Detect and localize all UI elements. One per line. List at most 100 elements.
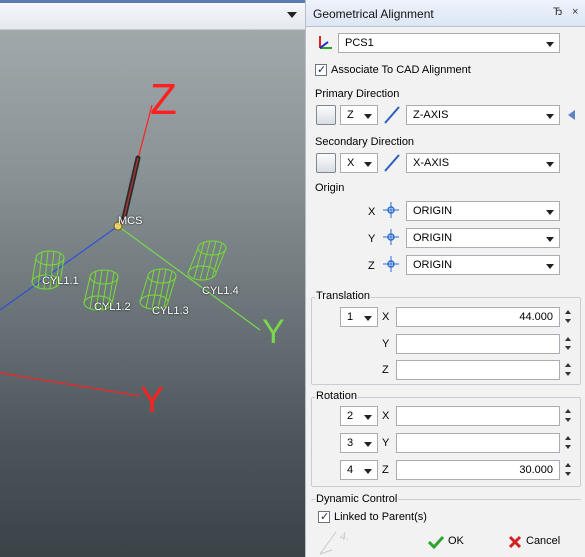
origin-axis-label: Y [368, 233, 376, 245]
rotation-z-field[interactable]: 30.000 [396, 460, 560, 480]
line-icon [384, 106, 400, 124]
cylinder-label: CYL1.4 [202, 285, 239, 297]
associate-label: Associate To CAD Alignment [331, 64, 471, 76]
origin-axis-label: Z [368, 260, 375, 272]
secondary-axis-select[interactable]: X [340, 153, 378, 173]
chevron-down-icon [546, 42, 554, 47]
triad-watermark-icon: 4. [319, 529, 349, 555]
primary-direction-value: Z-AXIS [413, 109, 449, 121]
crosshair-icon [383, 229, 399, 245]
rotation-z-value: 30.000 [519, 464, 553, 476]
rotation-axis-label: X [382, 410, 390, 422]
triad-icon [319, 36, 332, 49]
translation-y-field[interactable] [396, 334, 560, 354]
cylinder-label: CYL1.2 [94, 301, 131, 313]
rotation-order-value: 3 [347, 437, 354, 449]
x-icon [508, 535, 522, 549]
chevron-down-icon [546, 264, 554, 269]
spinner-icon[interactable] [563, 433, 573, 453]
translation-axis-label: Y [382, 338, 390, 350]
close-icon[interactable]: × [572, 6, 578, 18]
translation-x-field[interactable]: 44.000 [396, 307, 560, 327]
check-icon [428, 535, 444, 549]
translation-axis-label: Z [382, 364, 389, 376]
spinner-icon[interactable] [563, 334, 573, 354]
origin-z-value: ORIGIN [413, 259, 453, 271]
rotation-label: Rotation [315, 390, 358, 402]
primary-axis-value: Z [347, 109, 354, 121]
pick-icon[interactable] [316, 105, 336, 125]
spinner-icon[interactable] [563, 307, 573, 327]
cancel-button[interactable]: Cancel [506, 529, 584, 555]
panel-title: Geometrical Alignment [313, 7, 434, 21]
linked-parent-label: Linked to Parent(s) [334, 511, 427, 523]
translation-z-field[interactable] [396, 360, 560, 380]
axis-y-bottom-label: Y [140, 379, 165, 420]
pin-icon[interactable]: Ђ [553, 6, 563, 18]
origin-axis-label: X [368, 206, 376, 218]
chevron-down-icon [364, 442, 372, 447]
svg-text:4.: 4. [340, 529, 349, 543]
secondary-direction-value: X-AXIS [413, 157, 450, 169]
rotation-order-select[interactable]: 4 [340, 460, 378, 480]
spinner-icon[interactable] [563, 360, 573, 380]
expand-arrow-icon[interactable] [566, 109, 576, 121]
crosshair-icon [383, 202, 399, 218]
cylinder-label: CYL1.1 [42, 275, 79, 287]
cylinder-3 [139, 268, 177, 310]
chevron-down-icon [546, 114, 554, 119]
lower-axis-line [0, 372, 141, 397]
axis-y-label: Y [262, 313, 285, 351]
chevron-down-icon [546, 162, 554, 167]
y-axis-line [117, 225, 261, 331]
toolbar-accent-line [0, 0, 305, 3]
translation-axis-label: X [382, 311, 390, 323]
chevron-down-icon [364, 162, 372, 167]
rotation-axis-label: Z [382, 464, 389, 476]
dynamic-control-label: Dynamic Control [315, 493, 399, 505]
chevron-down-icon [546, 210, 554, 215]
rotation-order-value: 2 [347, 410, 354, 422]
rotation-order-select[interactable]: 3 [340, 433, 378, 453]
chevron-down-icon [364, 469, 372, 474]
3d-viewport[interactable]: Z Y Y MCS CYL1.1 CYL1.2 CYL1.3 CYL1.4 [0, 0, 305, 557]
cylinder-4 [187, 240, 227, 281]
spinner-icon[interactable] [563, 460, 573, 480]
rotation-y-field[interactable] [396, 433, 560, 453]
origin-label: Origin [315, 182, 345, 194]
ok-button[interactable]: OK [424, 529, 480, 555]
axis-z-label: Z [150, 75, 177, 124]
chevron-down-icon [364, 114, 372, 119]
rotation-order-select[interactable]: 2 [340, 406, 378, 426]
linked-parent-checkbox[interactable] [318, 510, 330, 523]
coordinate-system-value: PCS1 [345, 37, 374, 49]
primary-axis-select[interactable]: Z [340, 105, 378, 125]
chevron-down-icon [546, 237, 554, 242]
rotation-x-field[interactable] [396, 406, 560, 426]
line-icon [384, 154, 400, 172]
origin-z-dropdown[interactable]: ORIGIN [406, 255, 560, 275]
associate-checkbox[interactable] [315, 63, 327, 76]
translation-order-select[interactable]: 1 [340, 307, 378, 327]
spinner-icon[interactable] [563, 406, 573, 426]
x-axis-line [0, 225, 119, 311]
coordinate-system-dropdown[interactable]: PCS1 [338, 33, 560, 53]
viewport-toolbar [0, 0, 305, 30]
chevron-down-icon[interactable] [287, 12, 297, 18]
panel-title-bar: Geometrical Alignment Ђ × [306, 0, 585, 27]
translation-label: Translation [315, 290, 372, 302]
origin-x-dropdown[interactable]: ORIGIN [406, 201, 560, 221]
cylinder-label: CYL1.3 [152, 305, 189, 317]
chevron-down-icon [364, 415, 372, 420]
rotation-axis-label: Y [382, 437, 390, 449]
pick-icon[interactable] [316, 153, 336, 173]
origin-y-dropdown[interactable]: ORIGIN [406, 228, 560, 248]
secondary-axis-value: X [347, 157, 355, 169]
cancel-label: Cancel [526, 535, 561, 547]
translation-x-value: 44.000 [519, 311, 553, 323]
primary-direction-dropdown[interactable]: Z-AXIS [406, 105, 560, 125]
secondary-direction-label: Secondary Direction [315, 136, 415, 148]
crosshair-icon [383, 256, 399, 272]
ok-label: OK [448, 535, 464, 547]
secondary-direction-dropdown[interactable]: X-AXIS [406, 153, 560, 173]
